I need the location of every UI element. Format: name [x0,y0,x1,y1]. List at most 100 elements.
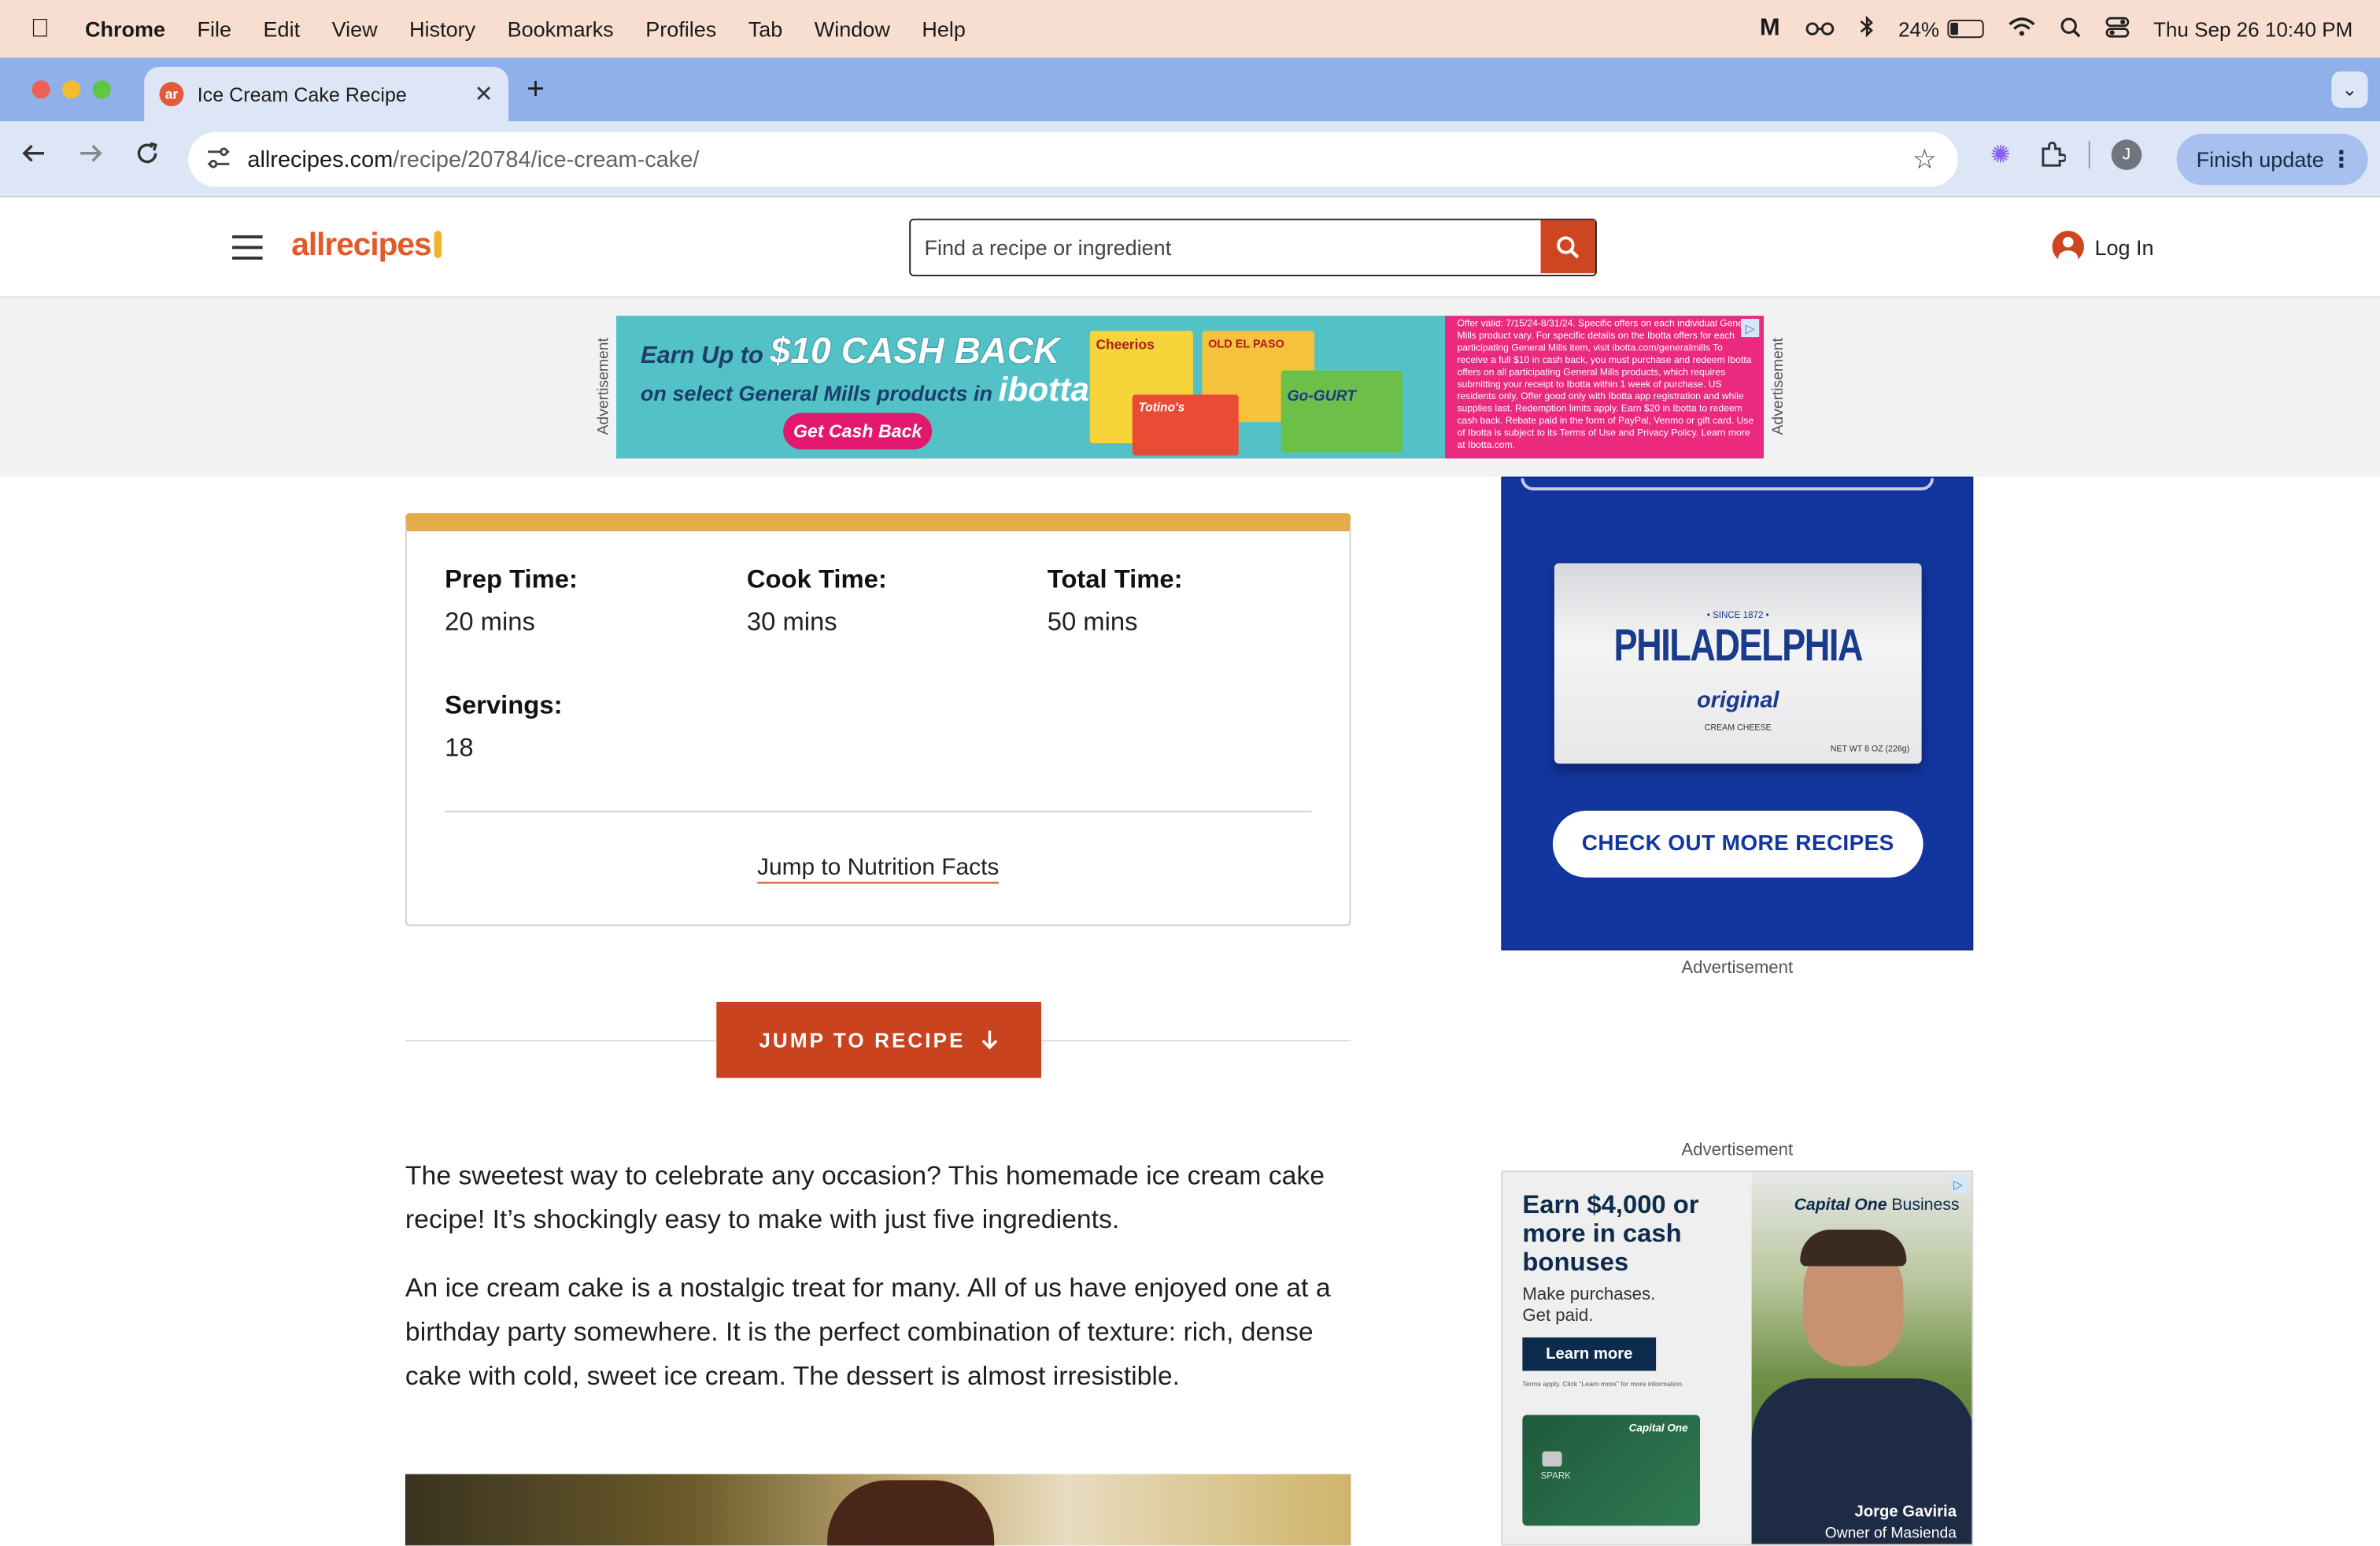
jump-to-recipe-label: JUMP TO RECIPE [759,1028,966,1052]
favicon-icon: ar [159,82,184,107]
ad-line2-prefix: on select General Mills products in [640,381,993,405]
menu-tab[interactable]: Tab [748,17,783,41]
product-boxes: Cheerios OLD EL PASO Totino's Go-GURT [1087,316,1436,458]
capone-logo: Capital One Business [1794,1196,1960,1215]
check-out-more-recipes-button[interactable]: CHECK OUT MORE RECIPES [1552,810,1924,878]
search-button[interactable] [1540,220,1595,274]
glasses-icon[interactable] [1804,17,1835,40]
menu-edit[interactable]: Edit [264,17,301,41]
servings: Servings: 18 [445,691,562,764]
prep-time-value: 20 mins [445,607,535,637]
bluetooth-icon[interactable] [1859,15,1874,43]
reload-icon[interactable] [135,141,160,173]
prep-time: Prep Time: 20 mins [445,564,578,638]
top-ad-band: Advertisement Earn Up to $10 CASH BACK o… [0,298,2380,477]
clock[interactable]: Thu Sep 26 10:40 PM [2153,17,2352,40]
prep-time-label: Prep Time: [445,564,578,594]
servings-label: Servings: [445,690,563,720]
get-cash-back-button[interactable]: Get Cash Back [783,412,933,449]
maximize-window-button[interactable] [92,80,111,99]
menu-profiles[interactable]: Profiles [645,17,716,41]
menu-window[interactable]: Window [815,17,890,41]
allrecipes-logo[interactable]: allrecipes [291,227,442,264]
spotlight-icon[interactable] [2059,16,2080,42]
learn-more-button[interactable]: Learn more [1522,1337,1657,1371]
tab-active[interactable]: ar Ice Cream Cake Recipe ✕ [144,66,509,122]
cook-time: Cook Time: 30 mins [747,564,887,638]
philly-since: • SINCE 1872 • [1706,612,1769,621]
extensions-puzzle-icon[interactable] [2037,139,2068,170]
search-icon [1557,235,1580,258]
jump-to-recipe-button[interactable]: JUMP TO RECIPE [716,1001,1042,1078]
capital-one-ad[interactable]: Earn $4,000 or more in cash bonuses Make… [1501,1170,1974,1546]
jump-to-nutrition-link[interactable]: Jump to Nutrition Facts [757,854,1000,884]
battery-status[interactable]: 24% [1898,17,1984,41]
window-controls [31,80,111,99]
macos-menubar:  Chrome File Edit View History Bookmark… [0,0,2380,58]
ad-top-frame [1521,478,1935,490]
arrow-down-icon [981,1030,998,1050]
total-time: Total Time: 50 mins [1048,564,1183,638]
person-title: Owner of Masienda [1824,1526,1957,1543]
battery-percent: 24% [1898,17,1940,41]
philly-product: CREAM CHEESE [1704,723,1772,734]
site-info-icon[interactable] [206,146,237,172]
person-photo [1751,1171,1972,1544]
ad-fine-print: Offer valid: 7/15/24-8/31/24. Specific o… [1445,316,1765,459]
menu-view[interactable]: View [332,17,378,41]
ad-line1-prefix: Earn Up to [640,342,763,369]
menu-file[interactable]: File [198,17,232,41]
recipe-search [909,218,1597,277]
philly-brand: PHILADELPHIA [1613,620,1864,671]
extension-flower-icon[interactable]: ✺ [1986,139,2016,170]
profile-avatar[interactable]: J [2111,139,2142,171]
control-center-icon[interactable] [2105,16,2129,42]
finish-update-button[interactable]: Finish update ⋮ [2176,133,2368,186]
cream-cheese-package: • SINCE 1872 • PHILADELPHIA original CRE… [1554,563,1922,764]
hamburger-menu-icon[interactable] [232,235,263,268]
card-divider [445,810,1312,812]
ibotta-ad[interactable]: Earn Up to $10 CASH BACK on select Gener… [616,316,1765,459]
capone-terms: Terms apply. Click “Learn more” for more… [1522,1380,1684,1388]
browser-toolbar: allrecipes.com/recipe/20784/ice-cream-ca… [0,121,2380,198]
apple-icon[interactable]:  [31,13,58,44]
menu-history[interactable]: History [409,17,475,41]
cook-time-value: 30 mins [746,607,837,637]
address-bar[interactable]: allrecipes.com/recipe/20784/ice-cream-ca… [188,131,1958,187]
ad-label-right: Advertisement [1770,338,1787,435]
site-header: allrecipes Log In [0,197,2380,298]
close-window-button[interactable] [31,80,50,99]
person-hair [1800,1230,1907,1267]
ad-line1-amount: $10 CASH BACK [770,331,1060,372]
menu-app-name[interactable]: Chrome [85,17,165,41]
intro-paragraph-2: An ice cream cake is a nostalgic treat f… [405,1272,1331,1391]
philly-weight: NET WT 8 OZ (226g) [1830,745,1910,755]
search-input[interactable] [911,220,1541,276]
ad-choices-icon[interactable]: ▷ [1741,319,1760,338]
new-tab-icon[interactable]: + [527,73,545,108]
total-time-value: 50 mins [1047,607,1138,637]
card-chip [1542,1451,1562,1467]
capone-headline: Earn $4,000 or more in cash bonuses [1522,1190,1699,1277]
tab-search-chevron-icon[interactable]: ⌄ [2331,71,2368,108]
battery-icon [1946,20,1984,39]
intro-paragraph-1: The sweetest way to celebrate any occasi… [405,1160,1325,1234]
menu-help[interactable]: Help [922,17,966,41]
bookmark-star-icon[interactable]: ☆ [1913,143,1937,176]
ad-label-left: Advertisement [595,338,613,435]
wifi-icon[interactable] [2008,17,2035,41]
malwarebytes-icon[interactable]: M [1760,15,1780,43]
philadelphia-ad[interactable]: • SINCE 1872 • PHILADELPHIA original CRE… [1501,476,1974,951]
forward-arrow-icon[interactable] [79,141,103,173]
more-menu-icon[interactable]: ⋮ [2330,146,2352,173]
menu-bookmarks[interactable]: Bookmarks [508,17,614,41]
capone-logo-text: Capital One [1794,1196,1887,1215]
close-tab-icon[interactable]: ✕ [475,80,493,108]
back-arrow-icon[interactable] [21,141,46,173]
ad-headline: Earn Up to $10 CASH BACK on select Gener… [641,331,1089,409]
login-link[interactable]: Log In [2052,231,2154,263]
cake-slice [827,1480,995,1546]
ad-choices-icon[interactable]: ▷ [1949,1174,1968,1193]
ad-line2-brand: ibotta [998,370,1090,409]
minimize-window-button[interactable] [62,80,81,99]
